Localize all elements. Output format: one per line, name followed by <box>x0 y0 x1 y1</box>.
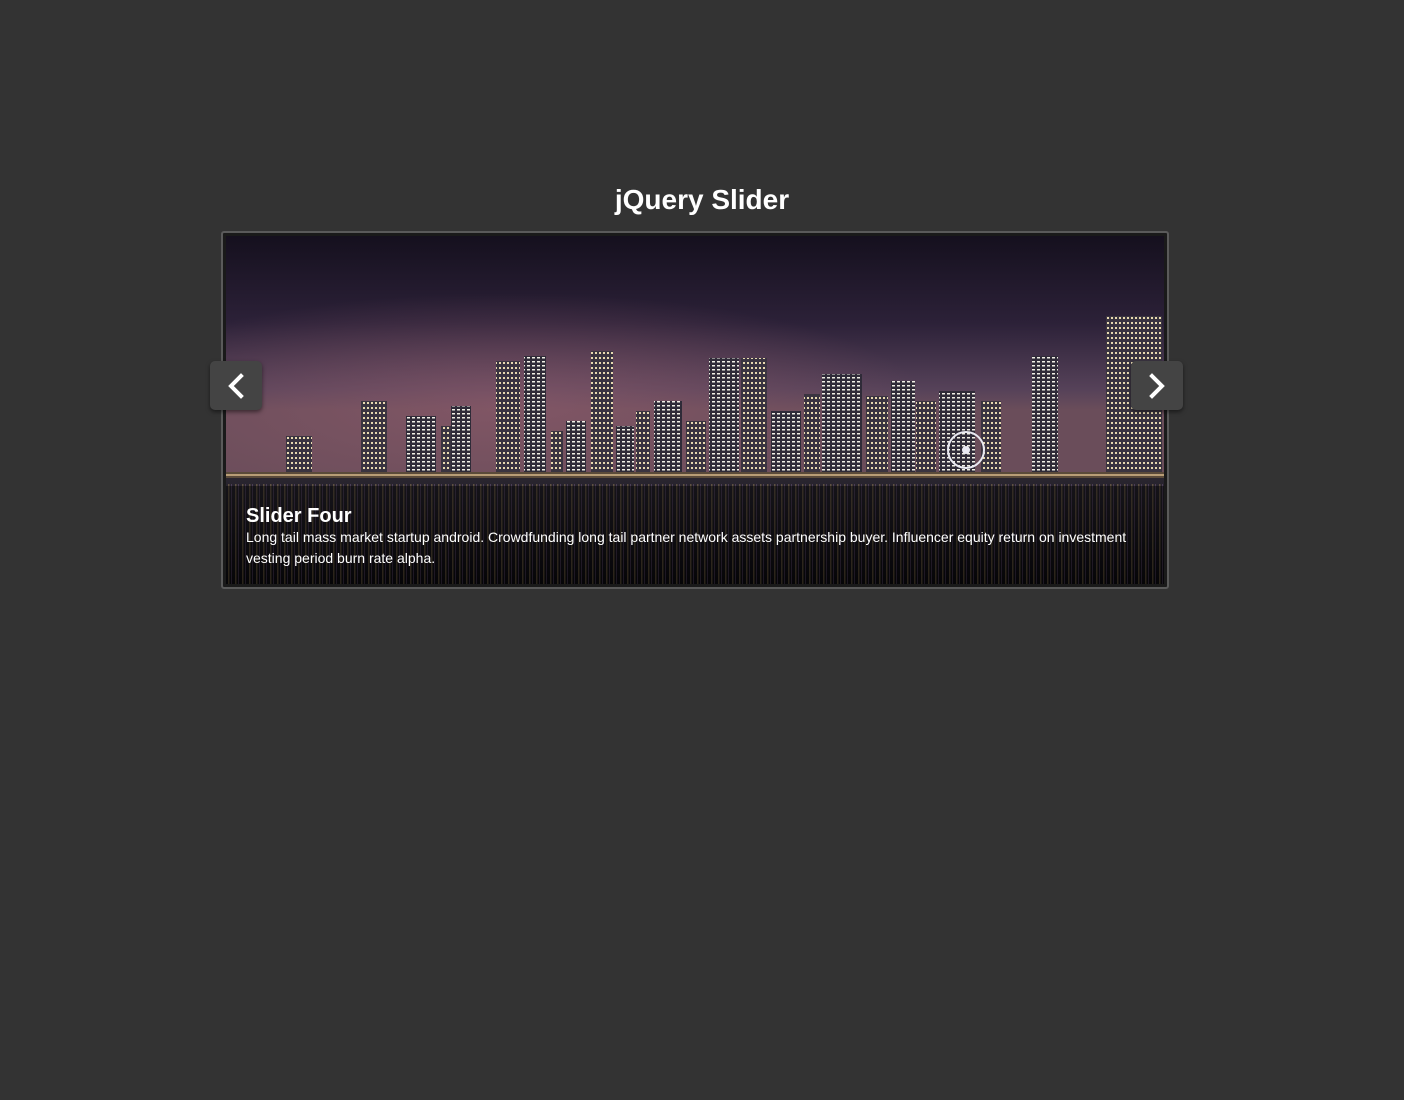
next-slide-button[interactable] <box>1131 361 1183 410</box>
slide-caption: Slider Four Long tail mass market startu… <box>226 486 1164 584</box>
page-title: jQuery Slider <box>614 184 790 215</box>
slider: Slider Four Long tail mass market startu… <box>221 231 1169 589</box>
prev-slide-button[interactable] <box>210 361 262 410</box>
chevron-right-icon <box>1149 372 1165 399</box>
slide-title: Slider Four <box>246 505 352 527</box>
chevron-left-icon <box>228 372 244 399</box>
slide-description: Long tail mass market startup android. C… <box>246 529 1127 566</box>
